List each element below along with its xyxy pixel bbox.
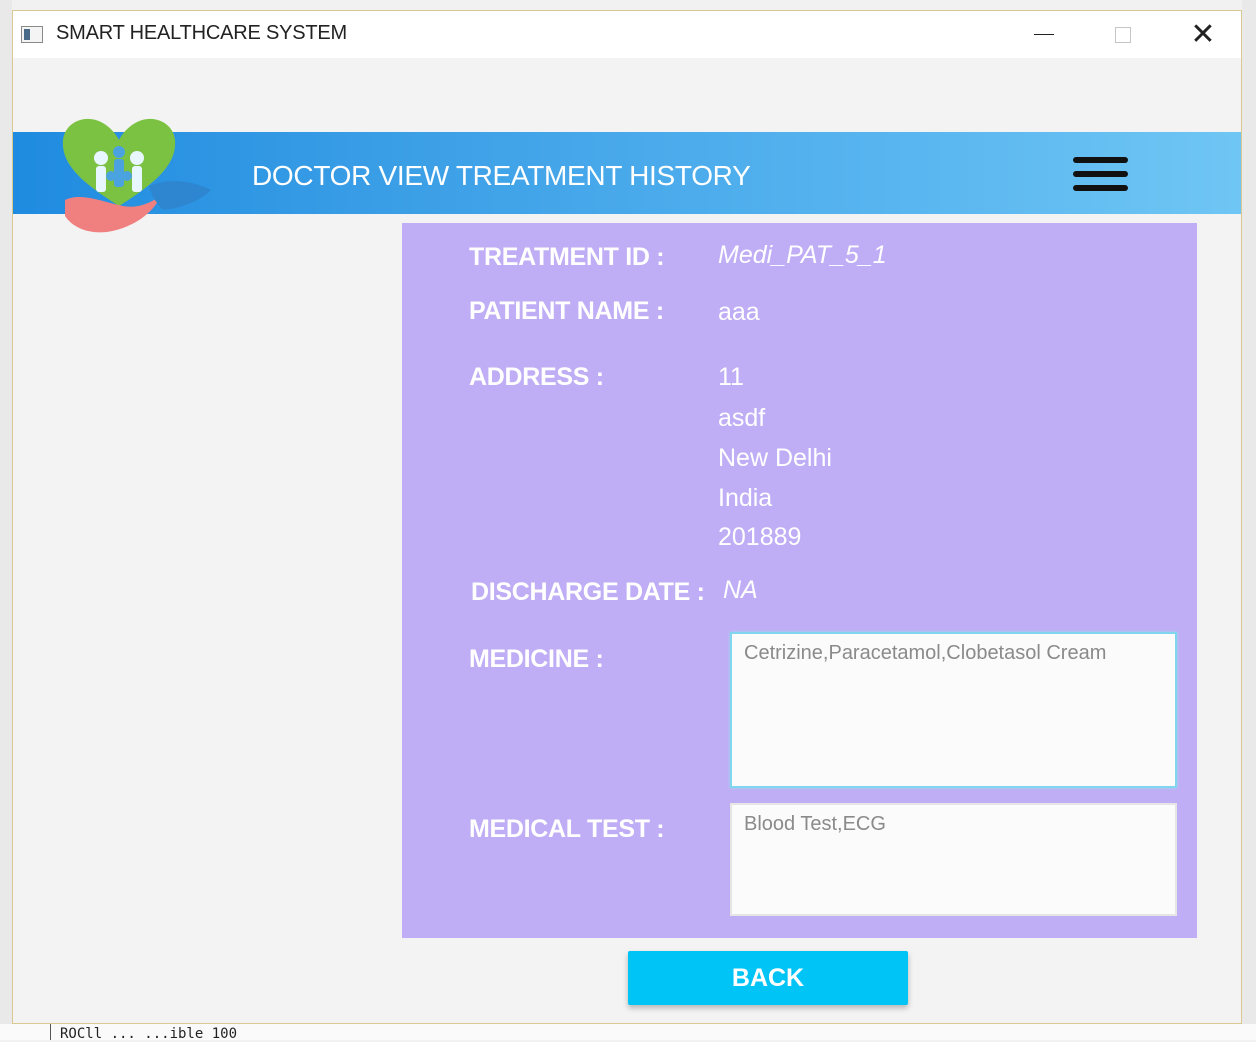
- address-line: 11: [718, 363, 744, 391]
- medicine-label: MEDICINE :: [469, 645, 604, 673]
- patient-name-label: PATIENT NAME :: [469, 297, 664, 325]
- discharge-date-value: NA: [723, 576, 758, 604]
- address-line: India: [718, 484, 773, 512]
- back-button[interactable]: BACK: [628, 951, 908, 1005]
- address-line: New Delhi: [718, 444, 832, 472]
- discharge-date-label: DISCHARGE DATE :: [471, 578, 705, 606]
- background-app-left: [0, 0, 12, 1040]
- treatment-details-panel: TREATMENT ID : Medi_PAT_5_1 PATIENT NAME…: [402, 223, 1197, 938]
- medicine-textarea[interactable]: Cetrizine,Paracetamol,Clobetasol Cream: [730, 632, 1177, 788]
- treatment-id-value: Medi_PAT_5_1: [718, 241, 887, 269]
- app-window: SMART HEALTHCARE SYSTEM ✕ DOCTOR VIEW TR…: [12, 10, 1242, 1024]
- page-title: DOCTOR VIEW TREATMENT HISTORY: [252, 160, 751, 191]
- close-icon: ✕: [1190, 16, 1216, 52]
- medical-test-label: MEDICAL TEST :: [469, 815, 665, 843]
- address-label: ADDRESS :: [469, 363, 604, 391]
- app-window-icon: [21, 26, 43, 43]
- title-bar: SMART HEALTHCARE SYSTEM ✕: [13, 11, 1241, 58]
- minimize-icon: [1034, 33, 1054, 36]
- window-title: SMART HEALTHCARE SYSTEM: [56, 22, 348, 44]
- minimize-button[interactable]: [1004, 11, 1084, 58]
- maximize-icon: [1115, 26, 1131, 43]
- background-app-bottom: ROCll ... ...ible 100: [0, 1024, 1256, 1042]
- healthcare-logo: [62, 118, 211, 233]
- address-line: 201889: [718, 523, 802, 551]
- background-app-right: [1242, 0, 1256, 1040]
- close-button[interactable]: ✕: [1163, 11, 1241, 58]
- treatment-id-label: TREATMENT ID :: [469, 243, 665, 271]
- maximize-button[interactable]: [1083, 11, 1163, 58]
- hamburger-menu-icon[interactable]: [1073, 157, 1128, 193]
- address-line: asdf: [718, 404, 766, 432]
- patient-name-value: aaa: [718, 298, 760, 326]
- medical-test-textarea[interactable]: Blood Test,ECG: [730, 803, 1177, 916]
- background-line: [50, 1024, 51, 1040]
